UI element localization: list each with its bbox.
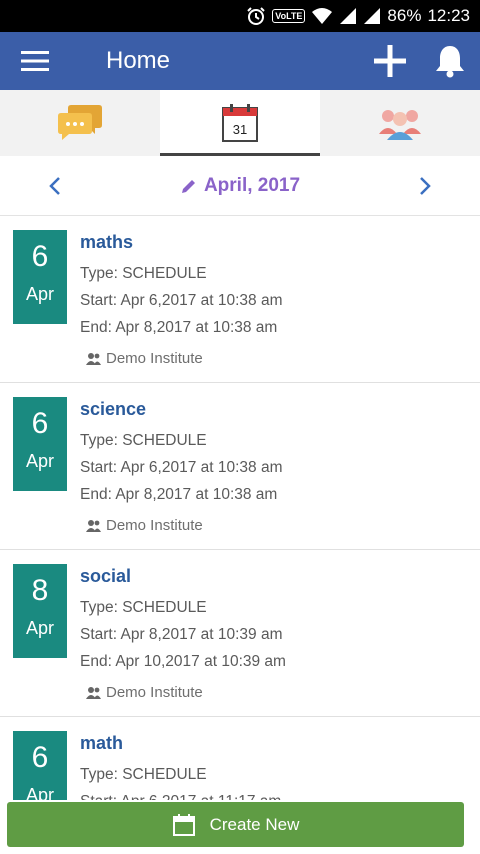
chat-bubbles-icon <box>58 105 102 140</box>
next-month-button[interactable] <box>370 156 480 216</box>
event-institute: Demo Institute <box>86 517 470 534</box>
users-icon <box>86 353 101 365</box>
event-type: Type: SCHEDULE <box>80 432 207 449</box>
event-month: Apr <box>25 785 54 800</box>
event-day: 6 <box>31 407 49 440</box>
event-institute: Demo Institute <box>86 350 470 367</box>
event-list[interactable]: 6 Apr maths Type: SCHEDULE Start: Apr 6,… <box>0 216 480 800</box>
event-end: End: Apr 8,2017 at 10:38 am <box>80 486 278 503</box>
month-navigator: April, 2017 <box>0 156 480 216</box>
event-month: Apr <box>25 618 54 638</box>
tab-messages[interactable] <box>0 90 160 156</box>
volte-badge: VoLTE <box>272 9 306 23</box>
calendar-icon <box>172 813 195 836</box>
event-item[interactable]: 6 Apr science Type: SCHEDULE Start: Apr … <box>0 383 480 550</box>
chevron-left-icon <box>49 176 60 195</box>
event-type: Type: SCHEDULE <box>80 766 207 783</box>
event-end: End: Apr 10,2017 at 10:39 am <box>80 653 286 670</box>
clock: 12:23 <box>427 6 470 25</box>
add-button[interactable] <box>360 32 420 90</box>
users-icon <box>86 520 101 532</box>
notifications-button[interactable] <box>420 32 480 90</box>
event-title: social <box>80 566 132 586</box>
people-group-icon <box>379 110 421 140</box>
event-item[interactable]: 8 Apr social Type: SCHEDULE Start: Apr 8… <box>0 550 480 717</box>
signal-icon <box>339 7 357 25</box>
event-item[interactable]: 6 Apr math Type: SCHEDULE Start: Apr 6,2… <box>0 717 480 800</box>
create-new-button[interactable]: Create New <box>7 802 464 847</box>
hamburger-menu-icon <box>21 51 49 71</box>
event-title: maths <box>80 232 134 252</box>
signal-icon-2 <box>363 7 381 25</box>
event-title: math <box>80 733 124 753</box>
plus-icon <box>374 45 406 77</box>
event-start: Start: Apr 8,2017 at 10:39 am <box>80 626 283 643</box>
month-label[interactable]: April, 2017 <box>180 175 300 197</box>
event-institute-name: Demo Institute <box>106 684 203 701</box>
pencil-icon <box>181 179 195 193</box>
event-details: social Type: SCHEDULE Start: Apr 8,2017 … <box>80 566 470 701</box>
tab-people[interactable] <box>320 90 480 156</box>
tab-bar: 31 <box>0 90 480 156</box>
bell-icon <box>436 46 464 78</box>
event-month: Apr <box>25 451 54 471</box>
event-date-badge: 6 Apr <box>13 731 67 800</box>
calendar-icon-label: 31 <box>233 122 247 137</box>
event-start: Start: Apr 6,2017 at 10:38 am <box>80 459 283 476</box>
event-type: Type: SCHEDULE <box>80 599 207 616</box>
event-details: math Type: SCHEDULE Start: Apr 6,2017 at… <box>80 733 470 800</box>
month-label-text: April, 2017 <box>203 174 301 196</box>
event-start: Start: Apr 6,2017 at 10:38 am <box>80 292 283 309</box>
app-bar: Home <box>0 32 480 90</box>
wifi-icon <box>311 7 333 25</box>
previous-month-button[interactable] <box>0 156 110 216</box>
event-day: 6 <box>31 240 49 273</box>
calendar-icon: 31 <box>222 104 258 142</box>
event-details: maths Type: SCHEDULE Start: Apr 6,2017 a… <box>80 232 470 367</box>
event-end: End: Apr 8,2017 at 10:38 am <box>80 319 278 336</box>
tab-calendar[interactable]: 31 <box>160 90 320 156</box>
battery-level: 86% <box>387 6 422 25</box>
users-icon <box>86 687 101 699</box>
event-date-badge: 8 Apr <box>13 564 67 658</box>
alarm-icon <box>246 6 266 26</box>
event-title: science <box>80 399 147 419</box>
event-day: 8 <box>31 574 49 607</box>
event-institute-name: Demo Institute <box>106 350 203 367</box>
event-type: Type: SCHEDULE <box>80 265 207 282</box>
event-institute-name: Demo Institute <box>106 517 203 534</box>
event-item[interactable]: 6 Apr maths Type: SCHEDULE Start: Apr 6,… <box>0 216 480 383</box>
event-date-badge: 6 Apr <box>13 397 67 491</box>
menu-button[interactable] <box>0 32 70 90</box>
event-institute: Demo Institute <box>86 684 470 701</box>
event-day: 6 <box>31 741 49 774</box>
event-date-badge: 6 Apr <box>13 230 67 324</box>
chevron-right-icon <box>420 176 431 195</box>
create-new-label: Create New <box>209 814 300 834</box>
event-month: Apr <box>25 284 54 304</box>
page-title: Home <box>106 47 171 74</box>
event-details: science Type: SCHEDULE Start: Apr 6,2017… <box>80 399 470 534</box>
event-start: Start: Apr 6,2017 at 11:17 am <box>80 788 470 800</box>
status-bar: VoLTE 86% 12:23 <box>0 0 480 32</box>
